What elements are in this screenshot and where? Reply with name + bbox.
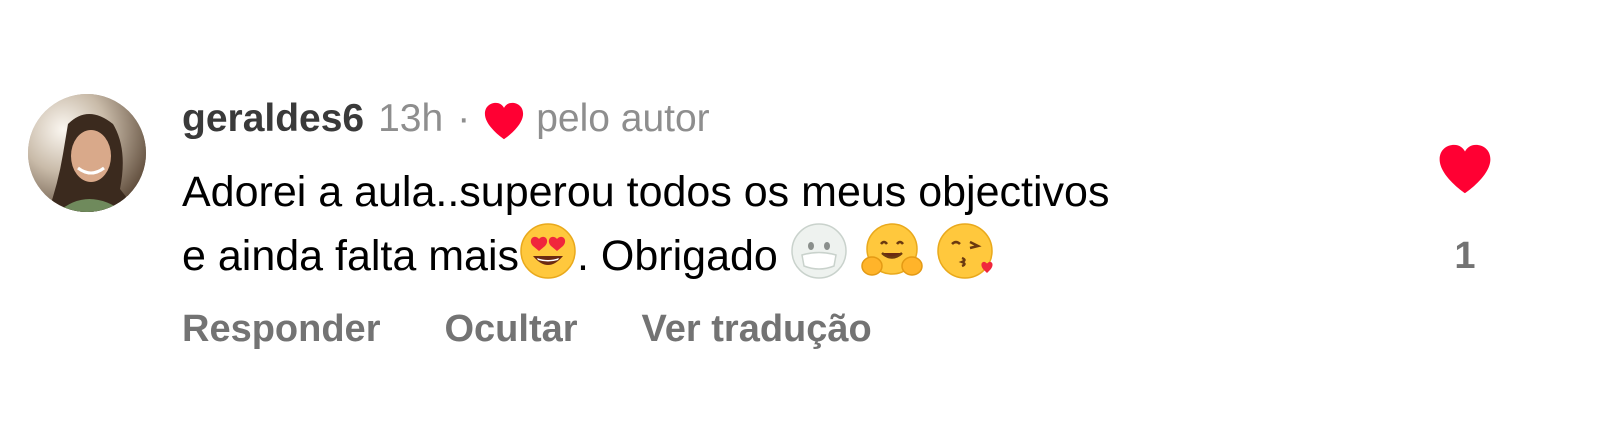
separator-dot: · [457,97,471,140]
see-translation-button[interactable]: Ver tradução [642,308,872,351]
like-count: 1 [1454,235,1476,277]
timestamp[interactable]: 13h [378,97,443,141]
heart-icon [482,101,526,141]
username[interactable]: geraldes6 [182,97,364,141]
reply-button[interactable]: Responder [182,308,380,351]
kissing-heart-emoji [936,222,998,280]
comment-text-segment: . Obrigado [577,232,778,280]
mask-face-emoji [790,222,848,280]
liked-by-author-label: pelo autor [536,97,710,140]
comment-text-line-2: e ainda falta mais . Obrigado [182,222,1362,286]
comment-text-line-1: Adorei a aula..superou todos os meus obj… [182,168,1110,216]
comment-header: geraldes6 13h · pelo autor [182,95,710,143]
comment-item: geraldes6 13h · pelo autor Adorei a aula… [0,0,1600,432]
like-heart-icon[interactable] [1436,142,1494,196]
comment-text-segment: e ainda falta mais [182,232,520,280]
comment-actions: Responder Ocultar Ver tradução [182,308,936,351]
comment-text: Adorei a aula..superou todos os meus obj… [182,162,1362,286]
hugging-face-emoji [860,222,924,280]
avatar-photo [28,94,146,212]
hide-button[interactable]: Ocultar [444,308,577,351]
heart-eyes-emoji [519,222,577,280]
avatar[interactable] [28,94,146,212]
